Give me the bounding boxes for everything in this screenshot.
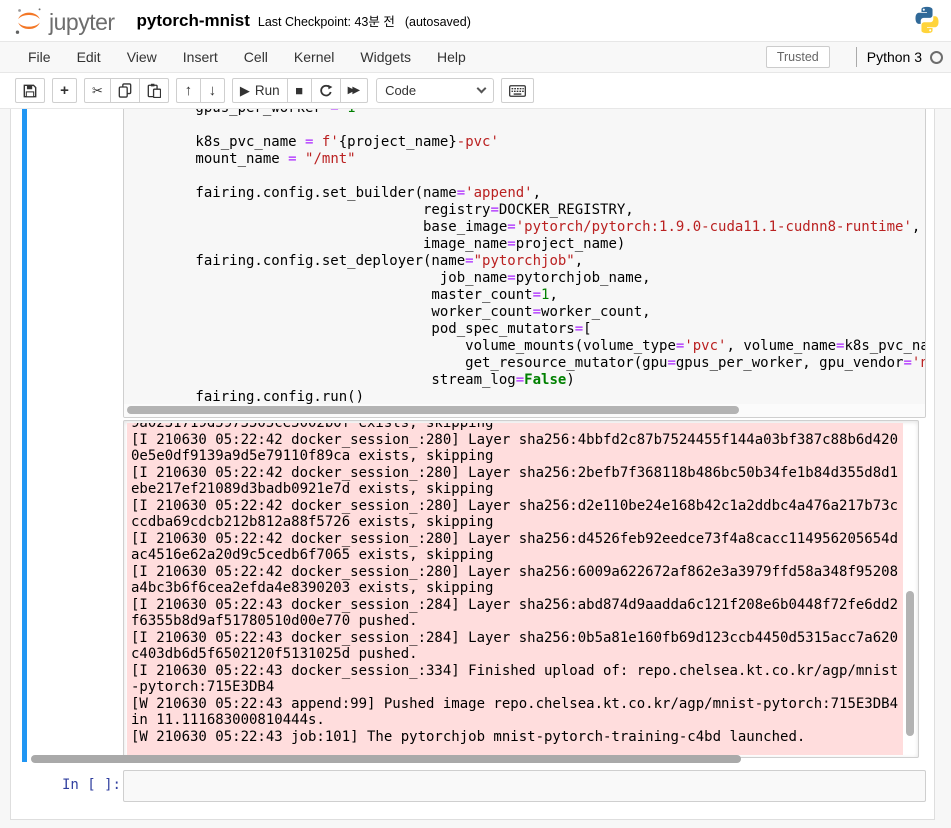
code-line: gpus_per_worker = 1	[128, 109, 925, 117]
paste-cell-button[interactable]	[138, 78, 169, 103]
run-icon: ▶	[239, 83, 250, 98]
jupyter-logo[interactable]: jupyter	[13, 5, 115, 37]
move-cell-down-button[interactable]: ↓	[199, 78, 225, 103]
code-line: registry=DOCKER_REGISTRY,	[128, 202, 634, 218]
run-cell-button[interactable]: ▶ Run	[231, 78, 288, 103]
code-hscrollbar-thumb[interactable]	[127, 406, 739, 414]
save-button[interactable]	[15, 78, 45, 103]
checkpoint-status: Last Checkpoint: 43분 전	[257, 14, 395, 29]
menu-items: File Edit View Insert Cell Kernel Widget…	[15, 42, 479, 72]
code-line: job_name=pytorchjob_name,	[128, 270, 651, 286]
code-line: pod_spec_mutators=[	[128, 321, 592, 337]
notebook-scroll-area: gpus_per_worker = 1 k8s_pvc_name = f'{pr…	[0, 109, 951, 828]
restart-kernel-button[interactable]	[310, 78, 341, 103]
toolbar: + ✂ ↑ ↓ ▶ Run ■ ▶▶ Code	[0, 73, 951, 109]
code-line: k8s_pvc_name = f'{project_name}-pvc'	[128, 134, 499, 150]
copy-cell-button[interactable]	[109, 78, 140, 103]
cut-cell-button[interactable]: ✂	[84, 78, 111, 103]
menu-insert[interactable]: Insert	[170, 42, 231, 72]
menu-kernel[interactable]: Kernel	[281, 42, 347, 72]
jupyter-logo-text: jupyter	[49, 9, 115, 35]
output-hscrollbar-thumb[interactable]	[31, 755, 741, 763]
run-button-label: Run	[254, 83, 280, 98]
output-vscrollbar-thumb[interactable]	[906, 591, 914, 736]
menubar: File Edit View Insert Cell Kernel Widget…	[0, 41, 951, 73]
code-line: fairing.config.run()	[128, 389, 365, 404]
cell-type-value: Code	[385, 83, 417, 98]
code-hscrollbar-track	[124, 404, 925, 417]
interrupt-kernel-button[interactable]: ■	[286, 78, 312, 103]
empty-code-cell[interactable]	[123, 770, 926, 802]
cell-type-select[interactable]: Code	[376, 78, 495, 103]
cell-output-log: 9a0231719d5975505ce5002b0f exists, skipp…	[131, 423, 899, 745]
code-line: image_name=project_name)	[128, 236, 626, 252]
fast-forward-icon: ▶▶	[347, 84, 360, 96]
title-area: pytorch-mnist Last Checkpoint: 43분 전 (au…	[137, 11, 471, 31]
code-line: fairing.config.set_deployer(name="pytorc…	[128, 253, 584, 269]
jupyter-logo-icon	[13, 5, 45, 37]
autosave-status: (autosaved)	[404, 14, 471, 29]
restart-run-all-button[interactable]: ▶▶	[339, 78, 369, 103]
command-palette-button[interactable]	[501, 78, 535, 103]
copy-icon	[118, 83, 132, 98]
keyboard-icon	[509, 84, 527, 97]
stop-icon: ■	[295, 83, 304, 98]
code-line: worker_count=worker_count,	[128, 304, 651, 320]
code-line: stream_log=False)	[128, 372, 575, 388]
menu-edit[interactable]: Edit	[64, 42, 114, 72]
kernel-name: Python 3	[866, 49, 922, 65]
python-logo-icon	[912, 5, 942, 35]
code-line: get_resource_mutator(gpu=gpus_per_worker…	[128, 355, 925, 371]
code-line: base_image='pytorch/pytorch:1.9.0-cuda11…	[128, 219, 921, 235]
menu-widgets[interactable]: Widgets	[347, 42, 424, 72]
menu-view[interactable]: View	[114, 42, 170, 72]
code-line: mount_name = "/mnt"	[128, 151, 356, 167]
notebook-title[interactable]: pytorch-mnist	[137, 11, 250, 31]
code-line: master_count=1,	[128, 287, 558, 303]
restart-icon	[319, 84, 333, 98]
notebook-header: jupyter pytorch-mnist Last Checkpoint: 4…	[0, 0, 951, 41]
add-cell-icon: +	[60, 82, 69, 99]
input-prompt: In [ ]:	[61, 777, 121, 793]
notebook-container: gpus_per_worker = 1 k8s_pvc_name = f'{pr…	[10, 109, 935, 820]
selected-cell-indicator	[22, 109, 27, 762]
code-editor[interactable]: gpus_per_worker = 1 k8s_pvc_name = f'{pr…	[123, 109, 926, 418]
code-scroll-viewport: gpus_per_worker = 1 k8s_pvc_name = f'{pr…	[124, 109, 925, 404]
kernel-divider	[855, 47, 857, 67]
save-icon	[23, 84, 37, 98]
menu-help[interactable]: Help	[424, 42, 479, 72]
move-down-icon: ↓	[208, 82, 217, 99]
code-line: volume_mounts(volume_type='pvc', volume_…	[128, 338, 925, 354]
kernel-idle-icon	[930, 50, 943, 64]
menu-cell[interactable]: Cell	[231, 42, 281, 72]
stderr-output: 9a0231719d5975505ce5002b0f exists, skipp…	[127, 423, 903, 755]
menu-file[interactable]: File	[15, 42, 64, 72]
move-cell-up-button[interactable]: ↑	[175, 78, 201, 103]
paste-icon	[147, 83, 161, 98]
cell-output-box: 9a0231719d5975505ce5002b0f exists, skipp…	[123, 420, 919, 758]
move-up-icon: ↑	[184, 82, 193, 99]
chevron-down-icon	[476, 83, 487, 94]
code-lines: gpus_per_worker = 1 k8s_pvc_name = f'{pr…	[124, 109, 925, 404]
code-line: fairing.config.set_builder(name='append'…	[128, 185, 542, 201]
trusted-button[interactable]: Trusted	[765, 46, 830, 68]
add-cell-button[interactable]: +	[52, 78, 77, 103]
menubar-right: Trusted Python 3	[765, 42, 943, 72]
cut-icon: ✂	[92, 83, 103, 98]
